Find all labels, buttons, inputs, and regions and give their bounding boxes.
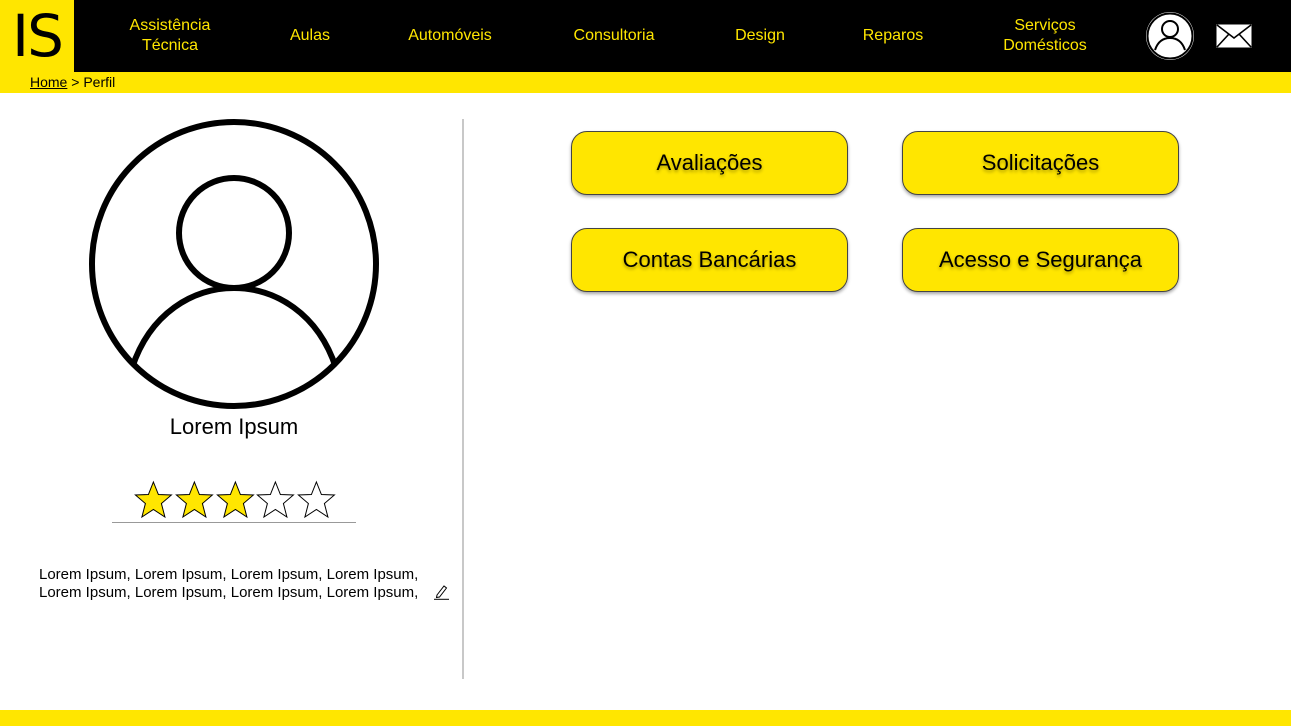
nav-item-aulas[interactable]: Aulas [270,0,350,72]
column-divider [462,119,464,679]
breadcrumb-trail: Home > Perfil [30,74,115,91]
pencil-icon[interactable] [433,583,450,600]
profile-bio: Lorem Ipsum, Lorem Ipsum, Lorem Ipsum, L… [39,566,439,602]
breadcrumb-home-link[interactable]: Home [30,74,67,90]
requests-button[interactable]: Solicitações [902,131,1179,195]
bio-line-1: Lorem Ipsum, Lorem Ipsum, Lorem Ipsum, L… [39,566,419,583]
breadcrumb-current: Perfil [83,74,116,90]
top-nav-bar: IS Assistência Técnica Aulas Automóveis … [0,0,1291,72]
access-security-button[interactable]: Acesso e Segurança [902,228,1179,292]
mail-icon [1215,23,1253,49]
nav-item-automoveis[interactable]: Automóveis [390,0,510,72]
star-empty-icon[interactable] [255,480,296,520]
nav-item-design[interactable]: Design [720,0,800,72]
star-empty-icon[interactable] [296,480,337,520]
user-account-button[interactable] [1146,12,1194,60]
nav-item-assistencia-tecnica[interactable]: Assistência Técnica [110,0,230,72]
rating-underline [112,522,356,523]
messages-button[interactable] [1215,23,1253,49]
user-icon [1146,12,1194,60]
star-rating [133,480,337,520]
star-filled-icon[interactable] [215,480,256,520]
nav-item-reparos[interactable]: Reparos [848,0,938,72]
profile-avatar[interactable] [88,118,380,410]
nav-item-consultoria[interactable]: Consultoria [556,0,672,72]
profile-name: Lorem Ipsum [169,414,299,439]
star-filled-icon[interactable] [174,480,215,520]
logo[interactable]: IS [0,0,74,72]
breadcrumb: Home > Perfil [0,72,1291,93]
star-filled-icon[interactable] [133,480,174,520]
reviews-button[interactable]: Avaliações [571,131,848,195]
bio-line-2: Lorem Ipsum, Lorem Ipsum, Lorem Ipsum, L… [39,584,419,601]
bank-accounts-button[interactable]: Contas Bancárias [571,228,848,292]
nav-item-servicos-domesticos[interactable]: Serviços Domésticos [985,0,1105,72]
breadcrumb-separator: > [67,74,84,90]
footer-bar [0,710,1291,726]
